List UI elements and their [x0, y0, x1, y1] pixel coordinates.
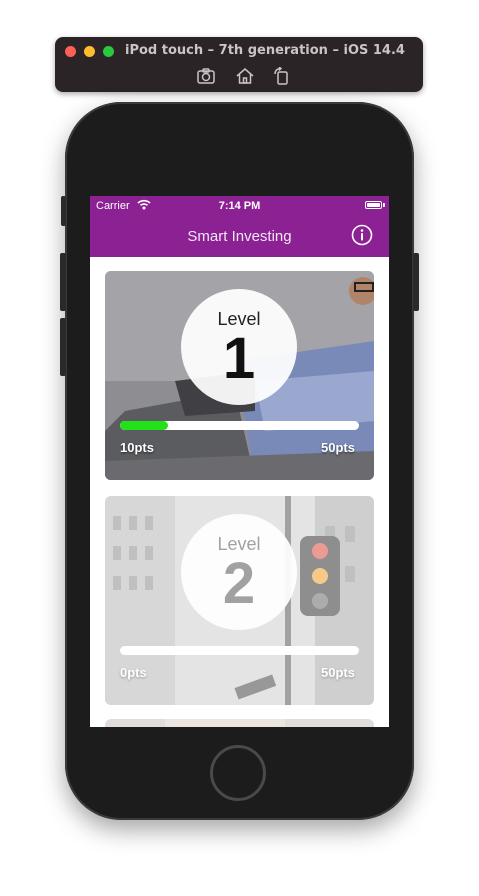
card-background-image	[105, 719, 374, 727]
ring-switch	[61, 196, 66, 226]
navigation-bar: Smart Investing	[90, 216, 389, 257]
status-bar: Carrier 7:14 PM	[90, 196, 389, 216]
current-points: 0pts	[120, 665, 147, 680]
home-icon[interactable]	[235, 67, 255, 85]
battery-cap	[383, 203, 385, 207]
rotate-icon[interactable]	[272, 66, 292, 85]
level-progress-bar	[120, 646, 359, 655]
max-points: 50pts	[321, 440, 355, 455]
level-card-3[interactable]	[105, 719, 374, 727]
max-points: 50pts	[321, 665, 355, 680]
level-card-1[interactable]: Level 1 10pts 50pts	[105, 271, 374, 480]
level-number: 1	[222, 326, 256, 391]
level-progress-fill	[120, 421, 168, 430]
battery-icon	[365, 201, 382, 209]
level-badge: Level 1	[181, 289, 297, 405]
status-time: 7:14 PM	[218, 200, 261, 212]
level-card-2[interactable]: Level 2 0pts 50pts	[105, 496, 374, 705]
volume-down-button[interactable]	[60, 318, 66, 376]
home-button[interactable]	[210, 745, 266, 801]
close-window-button[interactable]	[65, 46, 76, 57]
zoom-window-button[interactable]	[103, 46, 114, 57]
level-number: 2	[222, 551, 256, 616]
minimize-window-button[interactable]	[84, 46, 95, 57]
power-button[interactable]	[413, 253, 419, 311]
volume-up-button[interactable]	[60, 253, 66, 311]
level-progress-bar	[120, 421, 359, 430]
simulator-title-bar: iPod touch – 7th generation – iOS 14.4	[55, 37, 423, 92]
info-icon[interactable]	[351, 224, 373, 246]
current-points: 10pts	[120, 440, 154, 455]
app-screen: Carrier 7:14 PM Smart Investing Level 1 …	[90, 196, 389, 727]
simulator-title: iPod touch – 7th generation – iOS 14.4	[125, 43, 405, 58]
screenshot-icon[interactable]	[196, 67, 216, 85]
nav-title: Smart Investing	[187, 228, 292, 245]
level-badge: Level 2	[181, 514, 297, 630]
